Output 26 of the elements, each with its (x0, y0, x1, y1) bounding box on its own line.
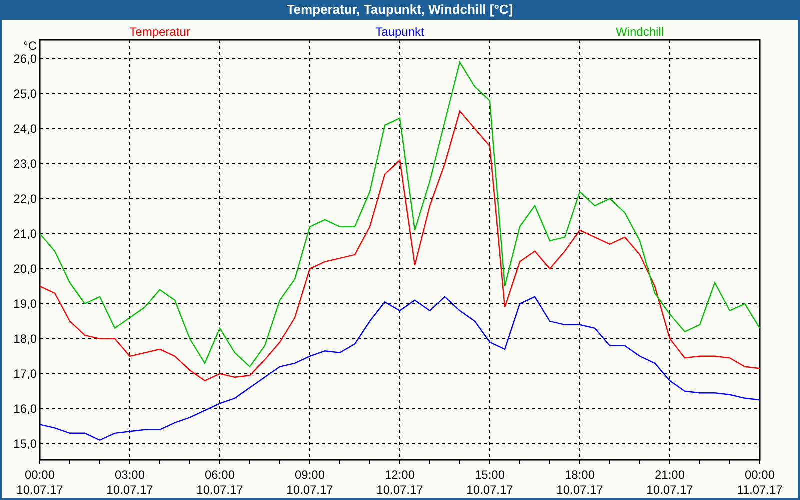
y-tick-label: 24,0 (14, 122, 37, 136)
legend-label: Windchill (616, 25, 664, 39)
x-tick-label: 18:00 10.07.17 (556, 468, 604, 497)
x-tick-label: 15:00 10.07.17 (466, 468, 514, 497)
x-tick-label: 03:00 10.07.17 (106, 468, 154, 497)
legend-label: Taupunkt (376, 25, 424, 39)
y-tick-label: 21,0 (14, 226, 37, 241)
x-tick-label: 21:00 10.07.17 (646, 468, 694, 497)
y-tick-label: 17,0 (14, 366, 37, 381)
y-tick-label: 25,0 (14, 86, 37, 101)
x-tick-label: 09:00 10.07.17 (286, 468, 334, 497)
y-axis-unit: °C (24, 39, 37, 53)
x-tick-label: 06:00 10.07.17 (196, 468, 244, 497)
y-tick-label: 18,0 (14, 332, 37, 346)
y-tick-label: 20,0 (14, 262, 37, 276)
window-title: Temperatur, Taupunkt, Windchill [°C] (286, 1, 514, 20)
y-tick-label: 19,0 (14, 296, 37, 311)
x-tick-label: 12:00 10.07.17 (376, 468, 424, 497)
legend-label: Temperatur (130, 25, 190, 39)
y-tick-label: 23,0 (14, 156, 37, 171)
y-tick-label: 26,0 (14, 52, 37, 66)
y-tick-label: 15,0 (14, 436, 37, 451)
x-tick-label: 00:00 10.07.17 (16, 468, 64, 497)
y-tick-label: 16,0 (14, 402, 37, 416)
y-tick-label: 22,0 (14, 192, 37, 206)
x-tick-label: 00:00 11.07.17 (737, 468, 783, 497)
